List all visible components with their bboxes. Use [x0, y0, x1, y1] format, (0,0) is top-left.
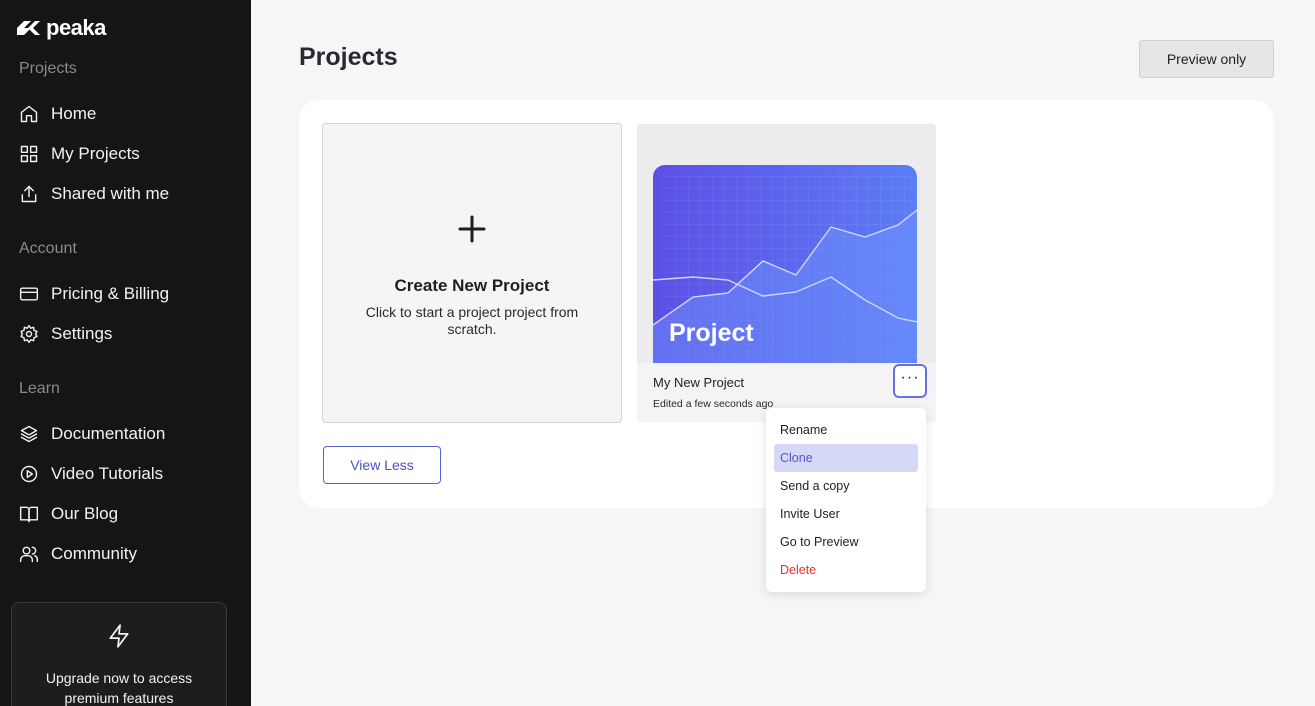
home-icon	[20, 105, 38, 123]
upgrade-card[interactable]: Upgrade now to access premium features	[11, 602, 227, 706]
project-more-options-button[interactable]: ···	[893, 364, 927, 398]
layers-icon	[20, 425, 38, 443]
sidebar-item-community[interactable]: Community	[19, 542, 137, 566]
menu-item-send-copy[interactable]: Send a copy	[774, 472, 918, 500]
credit-card-icon	[19, 287, 39, 301]
create-new-project-card[interactable]: Create New Project Click to start a proj…	[322, 123, 622, 423]
sidebar-item-label: Shared with me	[51, 184, 170, 203]
sidebar-item-label: Community	[51, 544, 137, 563]
sidebar-item-my-projects[interactable]: My Projects	[19, 142, 140, 166]
lightning-icon	[109, 624, 129, 648]
project-card[interactable]: Project My New Project Edited a few seco…	[637, 124, 936, 422]
menu-item-delete[interactable]: Delete	[774, 556, 918, 584]
sidebar-item-home[interactable]: Home	[19, 102, 96, 126]
view-less-button[interactable]: View Less	[323, 446, 441, 484]
section-title-learn: Learn	[19, 380, 60, 397]
sidebar: peaka Projects Home My Projects Shared w…	[0, 0, 251, 706]
thumbnail-label: Project	[669, 319, 754, 347]
brand-name: peaka	[46, 15, 106, 40]
sidebar-item-label: Documentation	[51, 424, 166, 443]
peaka-logo[interactable]: peaka	[14, 15, 106, 41]
project-name: My New Project	[653, 375, 745, 390]
share-icon	[21, 185, 37, 203]
section-title-account: Account	[19, 240, 77, 257]
sidebar-item-pricing[interactable]: Pricing & Billing	[19, 282, 169, 306]
sidebar-item-label: Home	[51, 104, 97, 123]
sidebar-item-label: Settings	[51, 324, 113, 343]
menu-item-clone[interactable]: Clone	[774, 444, 918, 472]
menu-item-invite-user[interactable]: Invite User	[774, 500, 918, 528]
preview-only-button[interactable]: Preview only	[1139, 40, 1274, 78]
book-icon	[19, 506, 39, 523]
menu-item-go-to-preview[interactable]: Go to Preview	[774, 528, 918, 556]
grid-icon	[20, 145, 38, 163]
page-title: Projects	[299, 43, 398, 71]
sidebar-item-label: My Projects	[51, 144, 140, 163]
sidebar-item-shared[interactable]: Shared with me	[19, 182, 169, 206]
sidebar-item-label: Pricing & Billing	[51, 284, 170, 303]
plus-icon	[458, 215, 486, 243]
project-edited-time: Edited a few seconds ago	[653, 398, 774, 410]
project-thumbnail: Project	[653, 165, 917, 363]
users-icon	[19, 546, 39, 563]
upgrade-text: Upgrade now to access premium features	[45, 670, 193, 706]
sidebar-item-blog[interactable]: Our Blog	[19, 502, 118, 526]
peaka-logo-icon	[17, 21, 40, 35]
create-project-description: Click to start a project project from sc…	[365, 304, 579, 337]
ellipsis-icon: ···	[900, 369, 920, 386]
sidebar-item-video-tutorials[interactable]: Video Tutorials	[19, 462, 163, 486]
project-context-menu: Rename Clone Send a copy Invite User Go …	[766, 408, 926, 592]
sidebar-item-label: Video Tutorials	[51, 464, 164, 483]
play-circle-icon	[20, 465, 38, 483]
sidebar-item-label: Our Blog	[51, 504, 119, 523]
section-title-projects: Projects	[19, 60, 77, 77]
sidebar-item-settings[interactable]: Settings	[19, 322, 112, 346]
menu-item-rename[interactable]: Rename	[774, 416, 918, 444]
project-thumbnail-graphic: Project	[653, 165, 917, 363]
sidebar-item-documentation[interactable]: Documentation	[19, 422, 165, 446]
create-project-title: Create New Project	[394, 276, 550, 295]
gear-icon	[20, 324, 38, 344]
